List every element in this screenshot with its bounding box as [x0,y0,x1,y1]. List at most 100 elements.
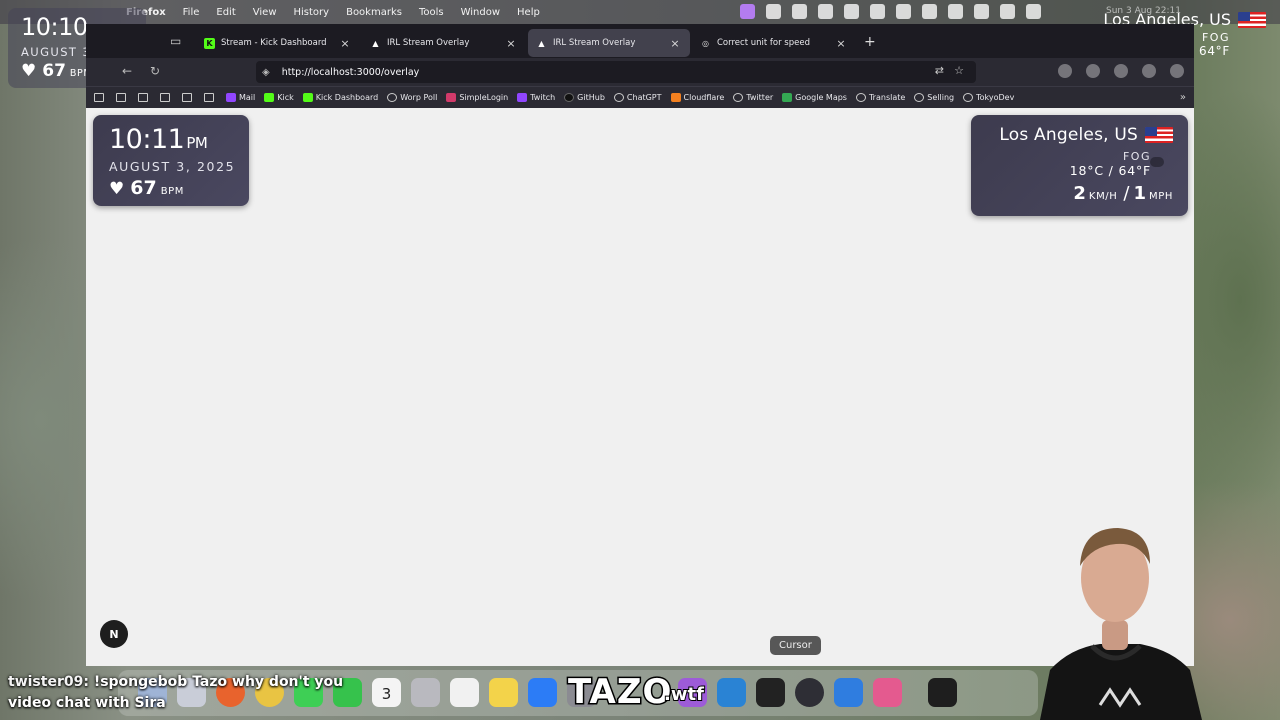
windows-app-icon[interactable] [834,678,863,707]
menu-tools[interactable]: Tools [419,7,444,18]
screen-record-icon[interactable] [740,4,755,19]
search-icon[interactable] [1000,4,1015,19]
bookmark-tokyodev[interactable]: TokyoDev [963,93,1014,102]
notes-icon[interactable] [489,678,518,707]
bookmark-folder[interactable] [204,93,217,102]
app-store-icon[interactable] [528,678,557,707]
overlay-condition: FOG [1122,150,1151,163]
globe-icon [855,93,866,102]
menu-help[interactable]: Help [517,7,540,18]
bookmark-selling[interactable]: Selling [914,93,954,102]
bookmark-mail[interactable]: Mail [226,93,255,102]
keyboard-input-icon[interactable] [922,4,937,19]
menu-file[interactable]: File [183,7,200,18]
close-icon[interactable]: × [338,37,352,50]
bookmark-simplelogin[interactable]: SimpleLogin [446,93,508,102]
tab-bar: ▭ K Stream - Kick Dashboard × ▲ IRL Stre… [86,26,1194,58]
tab-overview-icon[interactable]: ▭ [170,34,186,50]
control-center-icon[interactable] [1026,4,1041,19]
bookmark-folder[interactable] [94,93,107,102]
bookmark-worp-poll[interactable]: Worp Poll [387,93,437,102]
bookmark-chatgpt[interactable]: ChatGPT [613,93,662,102]
bookmark-folder[interactable] [160,93,173,102]
tab-label: Correct unit for speed [717,38,810,48]
close-icon[interactable]: × [834,37,848,50]
calendar-icon[interactable]: 3 [372,678,401,707]
bookmark-label: Selling [927,93,955,102]
tab-label: IRL Stream Overlay [553,38,636,48]
contacts-icon[interactable] [411,678,440,707]
chat-username: twister09: [8,674,89,690]
cloud-icon[interactable] [792,4,807,19]
cursor-app-icon[interactable] [756,678,785,707]
tab-label: IRL Stream Overlay [387,38,470,48]
tab-irl-overlay-active[interactable]: ▲ IRL Stream Overlay × [528,29,690,57]
obs-icon[interactable] [795,678,824,707]
extension-m-icon[interactable] [1058,64,1072,78]
bookmark-star-icon[interactable]: ☆ [954,64,964,77]
bookmark-folder[interactable] [182,93,195,102]
translate-icon[interactable]: ⇄ [935,64,944,77]
menu-window[interactable]: Window [461,7,500,18]
extension-sl-icon[interactable] [1142,64,1156,78]
tab-label: Stream - Kick Dashboard [221,38,327,48]
extension-shield-icon[interactable] [1114,64,1128,78]
bookmark-twitter[interactable]: Twitter [733,93,773,102]
wind-kmh-unit: KM/H [1088,191,1118,202]
globe-icon [387,93,398,102]
extension-icon[interactable] [870,4,885,19]
heart-icon: ♥ [109,179,125,199]
tab-kick-dashboard[interactable]: K Stream - Kick Dashboard × [196,29,360,57]
new-tab-plus-icon[interactable]: + [864,34,876,50]
network-icon[interactable] [896,4,911,19]
bookmark-folder[interactable] [116,93,129,102]
url-input[interactable] [281,66,882,78]
menu-history[interactable]: History [294,7,330,18]
chevron-double-right-icon[interactable]: » [1180,92,1186,103]
cloudflare-icon [670,93,681,102]
overlay-temperature: 18°C / 64°F [1069,163,1151,178]
twitch-icon [517,93,528,102]
reminders-icon[interactable] [450,678,479,707]
close-icon[interactable]: × [504,37,518,50]
wind-mph-unit: MPH [1149,191,1173,202]
folder-icon [138,93,148,102]
vscode-icon[interactable] [717,678,746,707]
vpn-icon[interactable] [818,4,833,19]
chatgpt-icon [613,93,624,102]
battery-icon[interactable] [974,4,989,19]
wind-separator: / [1123,183,1130,204]
menu-bookmarks[interactable]: Bookmarks [346,7,402,18]
wifi-icon[interactable] [948,4,963,19]
extension-puzzle-icon[interactable] [1086,64,1100,78]
bookmark-label: TokyoDev [976,93,1015,102]
terminal-icon[interactable] [928,678,957,707]
url-bar[interactable]: ◈ ⇄ ☆ [256,61,976,83]
nextjs-dev-badge[interactable]: N [100,620,128,648]
menu-hamburger-icon[interactable] [1170,64,1184,78]
bookmark-label: Cloudflare [683,93,725,102]
bookmark-google-maps[interactable]: Google Maps [782,93,847,102]
bookmark-kick-dashboard[interactable]: Kick Dashboard [302,93,378,102]
menu-edit[interactable]: Edit [216,7,235,18]
pin-icon[interactable] [766,4,781,19]
reload-icon[interactable]: ↻ [150,64,160,78]
bookmark-kick[interactable]: Kick [264,93,294,102]
overlay-ampm: PM [186,134,208,152]
tab-correct-unit[interactable]: ◎ Correct unit for speed × [692,29,856,57]
figma-icon[interactable] [873,678,902,707]
close-icon[interactable]: × [668,37,682,50]
bookmark-twitch[interactable]: Twitch [517,93,555,102]
shield-icon[interactable]: ◈ [262,67,270,78]
bookmark-folder[interactable] [138,93,151,102]
tab-irl-overlay-1[interactable]: ▲ IRL Stream Overlay × [362,29,526,57]
bookmark-cloudflare[interactable]: Cloudflare [670,93,725,102]
bookmark-translate[interactable]: Translate [855,93,906,102]
bookmark-github[interactable]: GitHub [564,93,605,102]
webcam-neck [1102,620,1128,650]
settings-icon[interactable] [844,4,859,19]
bookmark-label: Translate [868,93,906,102]
bookmark-label: Google Maps [795,93,847,102]
bookmark-label: Twitter [746,93,774,102]
menu-view[interactable]: View [253,7,277,18]
